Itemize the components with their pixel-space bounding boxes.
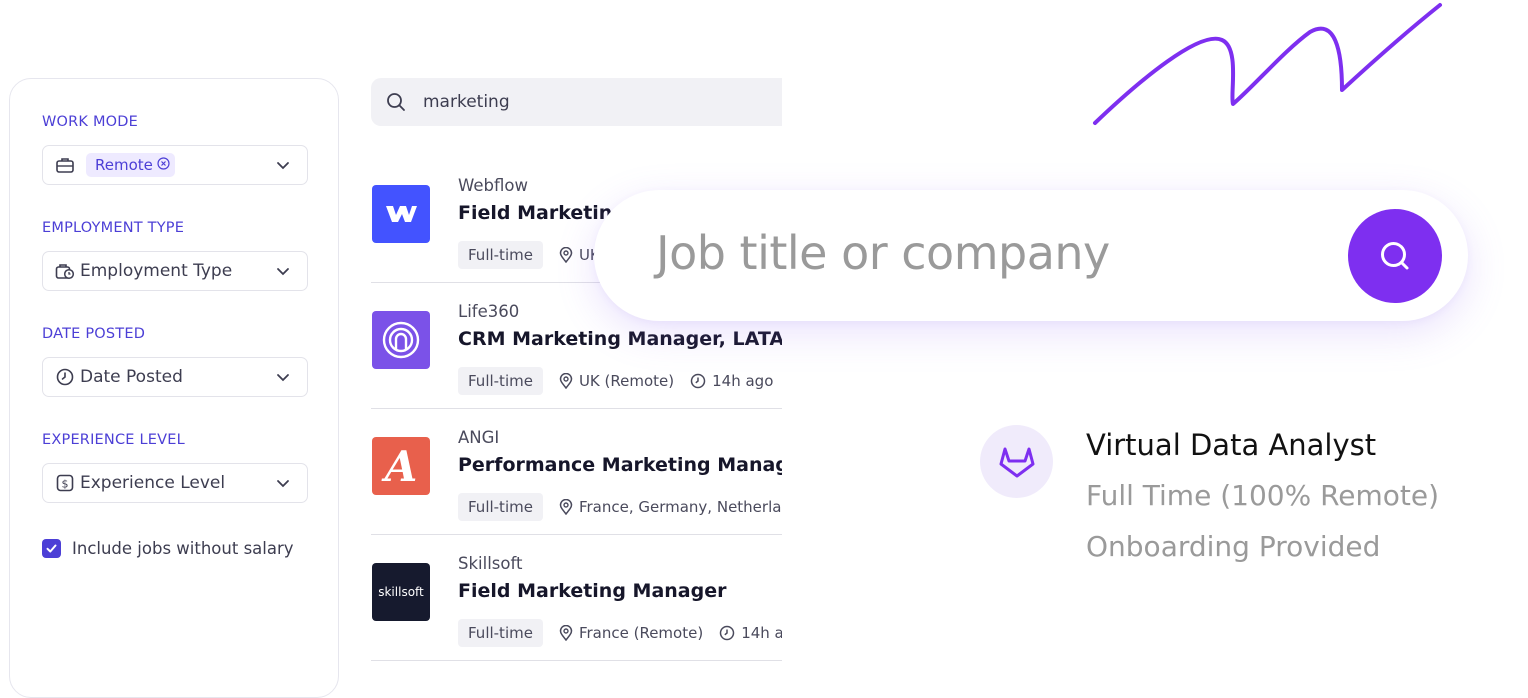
location-pin-icon [559,373,573,389]
briefcase-clock-icon [55,261,75,281]
job-location-text: France (Remote) [578,624,704,642]
job-meta: Full-time France (Remote) 14h ago [458,619,782,647]
search-bar[interactable]: marketing [371,78,782,126]
experience-level-placeholder: Experience Level [80,473,226,493]
job-location-text: France, Germany, Netherlands [578,498,782,516]
job-type-tag: Full-time [458,367,543,395]
filters-panel: WORK MODE Remote EMPLOYMENT TYPE Employm… [9,78,339,698]
job-title[interactable]: Field Marketing Manager [458,580,727,602]
job-type-tag: Full-time [458,493,543,521]
job-posted-text: 14h ago [712,372,774,390]
chevron-down-icon [277,374,289,382]
featured-job-title[interactable]: Virtual Data Analyst [1086,428,1376,462]
gitlab-logo [980,425,1053,498]
employment-type-select[interactable]: Employment Type [42,251,308,291]
location-pin-icon [559,247,573,263]
job-posted-text: 14h ago [741,624,782,642]
angi-logo: A [372,437,430,495]
job-meta: Full-time UK [458,241,616,269]
clock-icon [55,367,75,387]
work-mode-select[interactable]: Remote [42,145,308,185]
chip-remove-icon[interactable] [157,156,170,174]
experience-level-label: EXPERIENCE LEVEL [42,432,185,448]
hero-search-placeholder[interactable]: Job title or company [656,226,1110,280]
featured-job-onboarding: Onboarding Provided [1086,530,1381,563]
job-card[interactable]: skillsoft Skillsoft Field Marketing Mana… [371,534,782,661]
svg-text:A: A [381,443,417,489]
job-posted: 14h ago [690,372,773,390]
search-icon [387,93,405,111]
life360-logo [372,311,430,369]
job-title[interactable]: CRM Marketing Manager, LATAM [458,328,782,350]
include-without-salary-label: Include jobs without salary [72,539,294,558]
hero-search-bar[interactable]: Job title or company [594,190,1468,321]
job-posted: 14h ago [719,624,782,642]
remote-chip[interactable]: Remote [86,153,175,177]
include-without-salary-checkbox[interactable] [42,539,61,558]
location-pin-icon [559,499,573,515]
briefcase-icon [55,155,75,175]
squiggle-decoration [1093,3,1442,125]
chevron-down-icon [277,268,289,276]
job-meta: Full-time UK (Remote) 14h ago [458,367,782,395]
work-mode-label: WORK MODE [42,114,138,130]
remote-chip-label: Remote [95,156,153,174]
include-without-salary-row[interactable]: Include jobs without salary [42,539,294,558]
job-type-tag: Full-time [458,241,543,269]
job-company: Life360 [458,302,520,321]
job-type-tag: Full-time [458,619,543,647]
experience-level-select[interactable]: $ Experience Level [42,463,308,503]
employment-type-placeholder: Employment Type [80,261,233,281]
clock-icon [719,625,735,641]
search-icon [1381,242,1409,270]
skillsoft-logo: skillsoft [372,563,430,621]
clock-icon [690,373,706,389]
search-query[interactable]: marketing [423,92,510,112]
job-location: UK (Remote) [559,372,674,390]
date-posted-label: DATE POSTED [42,326,146,342]
svg-text:$: $ [62,477,69,490]
featured-job-type: Full Time (100% Remote) [1086,479,1440,512]
job-location: France (Remote) [559,624,703,642]
webflow-logo [372,185,430,243]
location-pin-icon [559,625,573,641]
chevron-down-icon [277,480,289,488]
hero-search-button[interactable] [1348,209,1442,303]
job-location: France, Germany, Netherlands [559,498,782,516]
job-title[interactable]: Performance Marketing Manager ( [458,454,782,476]
job-meta: Full-time France, Germany, Netherlands [458,493,782,521]
dollar-icon: $ [55,473,75,493]
job-company: Skillsoft [458,554,523,573]
gitlab-icon [999,447,1034,477]
date-posted-select[interactable]: Date Posted [42,357,308,397]
date-posted-placeholder: Date Posted [80,367,183,387]
job-company: ANGI [458,428,500,447]
job-company: Webflow [458,176,528,195]
job-location-text: UK (Remote) [578,372,675,390]
chevron-down-icon [277,162,289,170]
job-card[interactable]: A ANGI Performance Marketing Manager ( F… [371,408,782,535]
job-title[interactable]: Field Marketing [458,202,626,224]
employment-type-label: EMPLOYMENT TYPE [42,220,185,236]
skillsoft-logo-text: skillsoft [378,585,424,599]
